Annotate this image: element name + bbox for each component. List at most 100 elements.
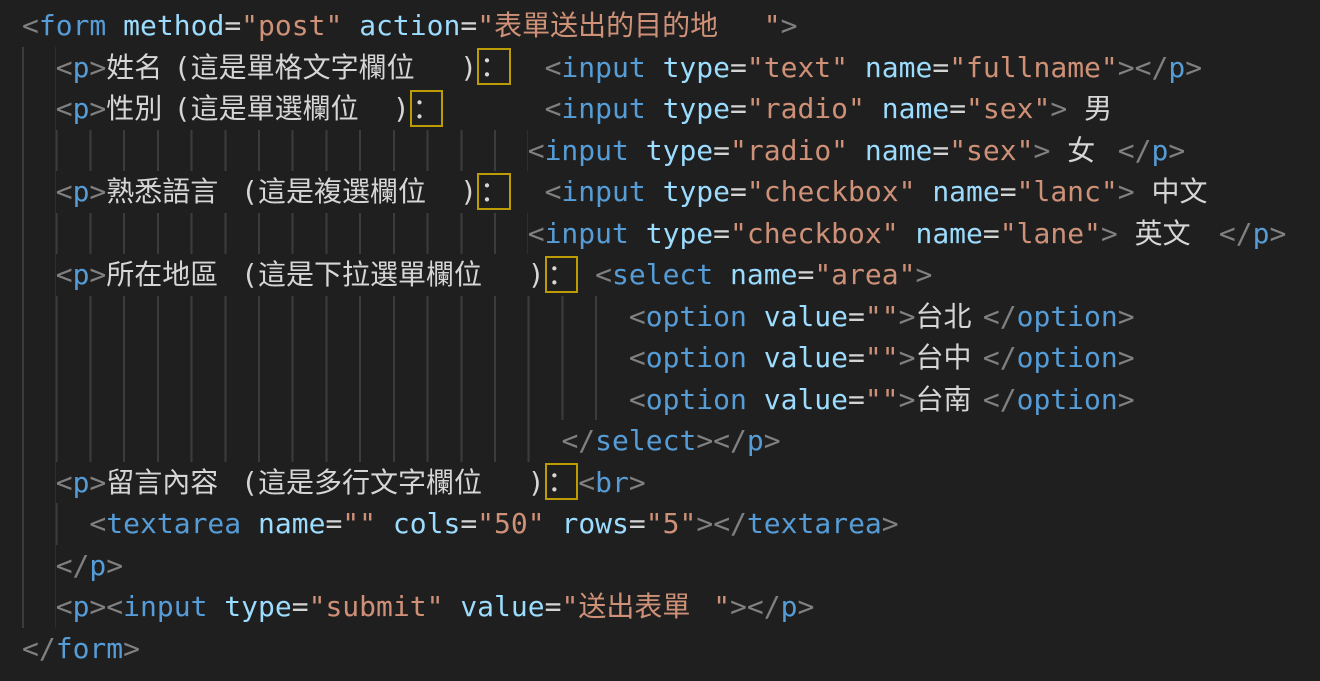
code-text: <p><input type="submit" value="送出表單"></p… xyxy=(56,586,815,628)
code-token: "" xyxy=(865,341,899,374)
code-token: option xyxy=(646,300,747,333)
code-token: > xyxy=(899,341,916,374)
code-token xyxy=(629,217,646,250)
code-token: > xyxy=(89,92,106,125)
code-token xyxy=(848,51,865,84)
code-token: value xyxy=(764,383,848,416)
code-token: "lanc" xyxy=(1017,175,1118,208)
code-token: > xyxy=(123,632,140,665)
code-token: 這是單格文字欄位 xyxy=(191,47,461,89)
code-token: > xyxy=(89,258,106,291)
code-token xyxy=(511,51,545,84)
code-token: p xyxy=(89,549,106,582)
code-token: ></ xyxy=(696,507,747,540)
code-text: </form> xyxy=(22,628,140,670)
code-token xyxy=(578,258,595,291)
code-token: = xyxy=(983,217,1000,250)
code-text: </p> xyxy=(56,545,123,587)
code-token: < xyxy=(528,134,545,167)
code-token: > xyxy=(1118,383,1135,416)
code-token: < xyxy=(545,51,562,84)
code-token xyxy=(545,507,562,540)
code-token: input xyxy=(561,92,645,125)
code-token xyxy=(342,9,359,42)
code-token: ) xyxy=(460,175,477,208)
code-token: < xyxy=(629,383,646,416)
code-token: 這是單選欄位 xyxy=(191,88,393,130)
code-token: "" xyxy=(865,300,899,333)
code-token: = xyxy=(325,507,342,540)
code-token xyxy=(915,175,932,208)
code-token: name xyxy=(882,92,949,125)
code-token: select xyxy=(612,258,713,291)
code-token: p xyxy=(747,424,764,457)
code-token: 熟悉語言 xyxy=(106,171,241,213)
code-token: 台中 xyxy=(915,337,982,379)
code-token: ></ xyxy=(730,590,781,623)
code-token: form xyxy=(39,9,106,42)
code-line: <option value="">台中</option> xyxy=(22,337,1320,379)
code-token: cols xyxy=(393,507,460,540)
code-token: rows xyxy=(561,507,628,540)
code-token: ></ xyxy=(696,424,747,457)
code-token: 表單送出的目的地 xyxy=(494,5,764,47)
code-line: <p>性別(這是單選欄位)： <input type="radio" name=… xyxy=(22,88,1320,130)
indent-guides xyxy=(22,545,56,587)
code-token: > xyxy=(1118,175,1135,208)
code-token: </ xyxy=(983,383,1017,416)
code-token: type xyxy=(646,217,713,250)
code-token: form xyxy=(56,632,123,665)
code-token: "sex" xyxy=(949,134,1033,167)
code-token: " xyxy=(713,590,730,623)
code-token: input xyxy=(545,134,629,167)
code-text: <option value="">台中</option> xyxy=(629,337,1135,379)
code-token: name xyxy=(932,175,999,208)
code-token: p xyxy=(73,92,90,125)
code-token: < xyxy=(56,51,73,84)
code-token: type xyxy=(663,51,730,84)
code-token: 台北 xyxy=(915,296,982,338)
indent-guides xyxy=(22,503,89,545)
code-text: <input type="radio" name="sex"> 女 </p> xyxy=(528,130,1186,172)
code-token: 英文 xyxy=(1135,213,1202,255)
code-editor[interactable]: <form method="post" action="表單送出的目的地"><p… xyxy=(0,0,1320,681)
code-token: > xyxy=(1034,134,1051,167)
code-token: > xyxy=(764,424,781,457)
code-token: < xyxy=(545,175,562,208)
code-line: </select></p> xyxy=(22,420,1320,462)
unicode-highlight-box: ： xyxy=(545,256,579,293)
code-token: input xyxy=(561,51,645,84)
code-token: > xyxy=(899,383,916,416)
code-token: textarea xyxy=(106,507,241,540)
code-token: "50" xyxy=(477,507,544,540)
code-token: "" xyxy=(342,507,376,540)
code-token: </ xyxy=(22,632,56,665)
code-token: input xyxy=(545,217,629,250)
code-line: <p><input type="submit" value="送出表單"></p… xyxy=(22,586,1320,628)
code-token: > xyxy=(89,51,106,84)
code-token xyxy=(1135,175,1152,208)
code-token: option xyxy=(1017,300,1118,333)
code-token: 送出表單 xyxy=(578,586,713,628)
code-token: input xyxy=(561,175,645,208)
code-token xyxy=(443,92,544,125)
code-token: 中文 xyxy=(1151,171,1218,213)
code-token: = xyxy=(1000,175,1017,208)
code-token: > xyxy=(1118,300,1135,333)
code-token xyxy=(207,590,224,623)
indent-guides xyxy=(22,47,56,89)
code-token: < xyxy=(528,217,545,250)
code-token: select xyxy=(595,424,696,457)
code-token xyxy=(629,134,646,167)
indent-guides xyxy=(22,337,629,379)
code-line: <option value="">台北</option> xyxy=(22,296,1320,338)
code-token: input xyxy=(123,590,207,623)
code-token: "text" xyxy=(747,51,848,84)
code-token: name xyxy=(865,51,932,84)
unicode-highlight-box: ： xyxy=(545,463,579,500)
code-token: type xyxy=(646,134,713,167)
code-line: <textarea name="" cols="50" rows="5"></t… xyxy=(22,503,1320,545)
unicode-highlight-box: ： xyxy=(477,48,511,85)
code-token: ( xyxy=(241,175,258,208)
code-token: ) xyxy=(528,258,545,291)
